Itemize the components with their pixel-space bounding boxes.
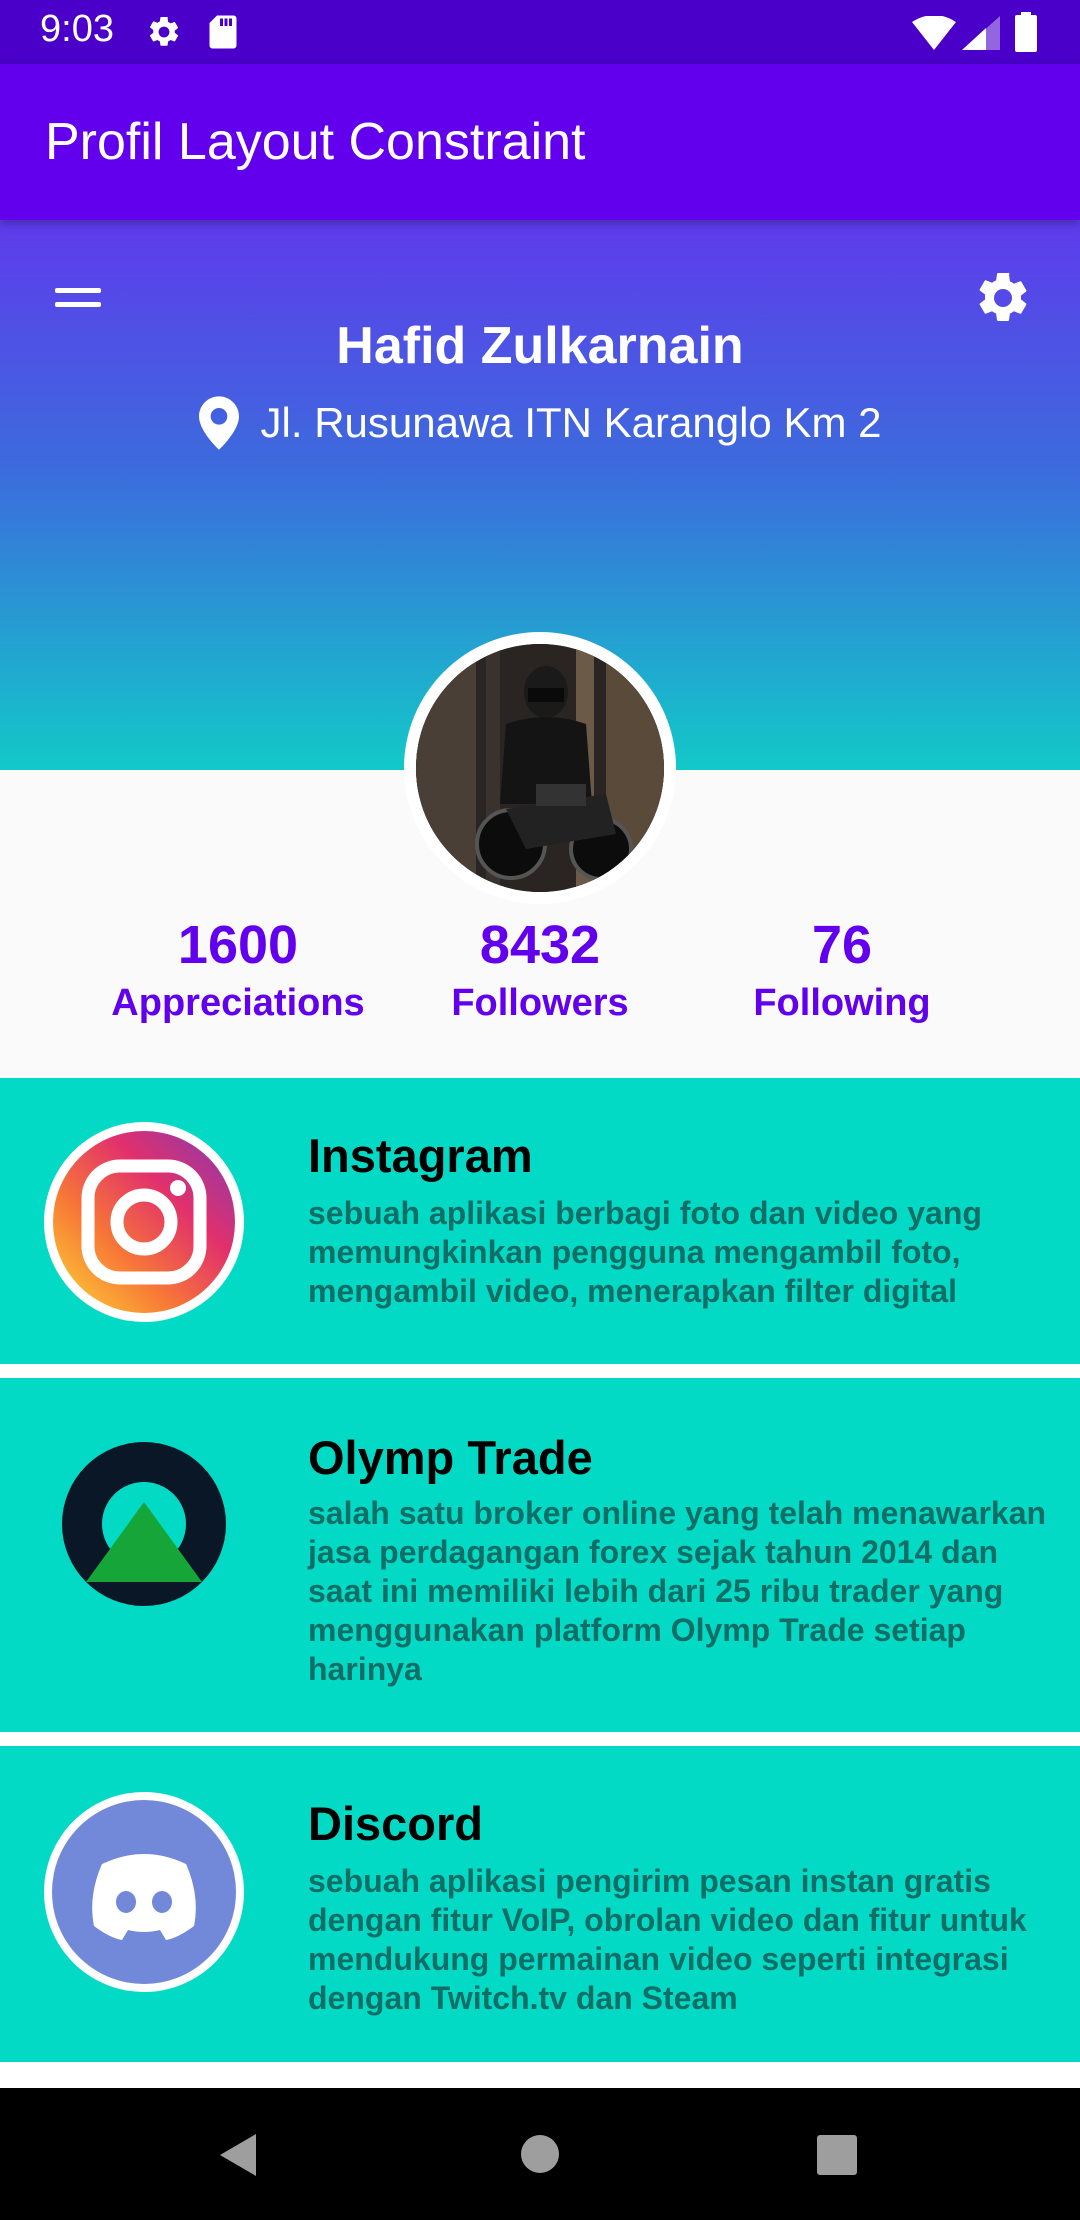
- recents-icon[interactable]: [816, 2134, 858, 2176]
- gear-icon[interactable]: [973, 268, 1033, 328]
- avatar-photo: [416, 644, 664, 892]
- app-bar: Profil Layout Constraint: [0, 64, 1080, 220]
- card-title: Discord: [308, 1797, 483, 1850]
- wifi-icon: [912, 16, 956, 50]
- cell-signal-icon: [962, 16, 1000, 50]
- card-olymp-trade[interactable]: Olymp Trade salah satu broker online yan…: [0, 1378, 1080, 1732]
- home-icon[interactable]: [520, 2134, 560, 2174]
- card-discord[interactable]: Discord sebuah aplikasi pengirim pesan i…: [0, 1746, 1080, 2062]
- navigation-bar: [0, 2088, 1080, 2220]
- profile-location: Jl. Rusunawa ITN Karanglo Km 2: [0, 396, 1080, 450]
- settings-status-icon: [149, 16, 179, 46]
- status-bar: 9:03: [0, 0, 1080, 64]
- app-bar-title: Profil Layout Constraint: [45, 113, 586, 171]
- instagram-icon: [44, 1122, 244, 1322]
- card-title: Instagram: [308, 1129, 533, 1182]
- location-pin-icon: [198, 396, 239, 450]
- sd-card-icon: [209, 15, 237, 49]
- stat-following[interactable]: 76 Following: [662, 910, 1022, 1025]
- profile-name: Hafid Zulkarnain: [336, 317, 744, 375]
- location-text: Jl. Rusunawa ITN Karanglo Km 2: [260, 399, 882, 446]
- status-time: 9:03: [40, 8, 114, 50]
- card-description: salah satu broker online yang telah mena…: [308, 1495, 1047, 1687]
- profile-photo-image: [416, 644, 664, 892]
- card-title: Olymp Trade: [308, 1431, 593, 1484]
- card-description: sebuah aplikasi berbagi foto dan video y…: [308, 1195, 982, 1309]
- avatar[interactable]: [404, 632, 676, 904]
- battery-icon: [1015, 12, 1037, 52]
- menu-icon[interactable]: [55, 288, 101, 310]
- stat-label: Following: [753, 982, 931, 1024]
- back-icon[interactable]: [218, 2132, 258, 2178]
- card-instagram[interactable]: Instagram sebuah aplikasi berbagi foto d…: [0, 1078, 1080, 1364]
- card-description: sebuah aplikasi pengirim pesan instan gr…: [308, 1863, 1027, 2016]
- olymp-trade-icon: [62, 1442, 226, 1606]
- discord-icon: [44, 1792, 244, 1992]
- stat-value: 76: [811, 915, 873, 975]
